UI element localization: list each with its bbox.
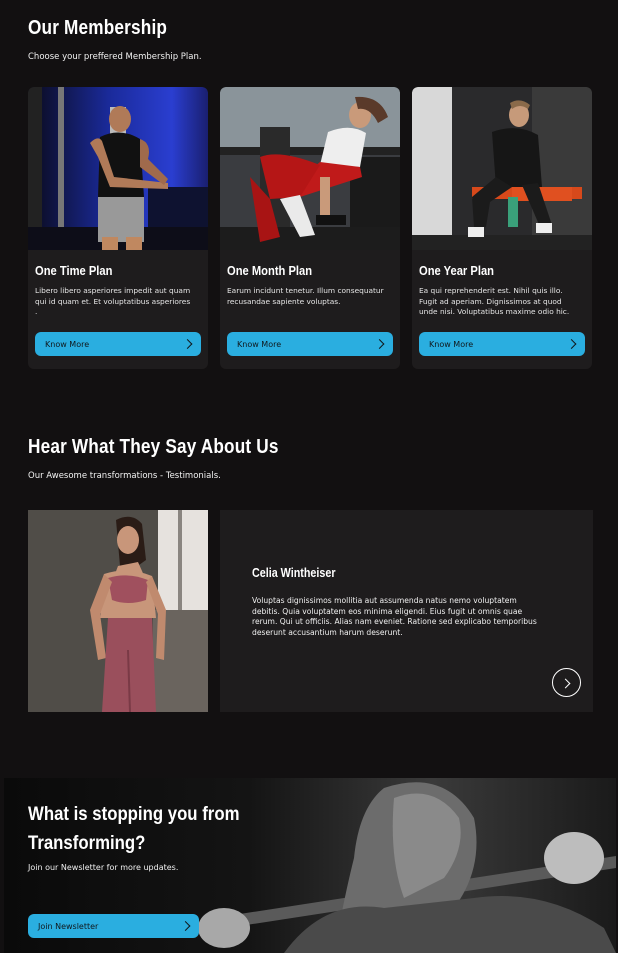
chevron-right-icon xyxy=(560,678,571,688)
carousel-next-button[interactable] xyxy=(552,668,581,697)
page: Our Membership Choose your preffered Mem… xyxy=(0,0,618,953)
membership-title: Our Membership xyxy=(28,17,168,39)
know-more-button[interactable]: Know More xyxy=(227,332,393,356)
plan-description: Libero libero asperiores impedit aut qua… xyxy=(35,286,191,316)
newsletter-title: What is stopping you from Transforming? xyxy=(28,803,240,854)
plan-card-one-time: One Time Plan Libero libero asperiores i… xyxy=(28,87,208,369)
plan-description: Ea qui reprehenderit est. Nihil quis ill… xyxy=(419,286,570,316)
button-label: Know More xyxy=(45,339,90,349)
join-newsletter-button[interactable]: Join Newsletter xyxy=(28,914,199,938)
testimonial-card: Celia Wintheiser Voluptas dignissimos mo… xyxy=(220,510,593,712)
testimonial-name: Celia Wintheiser xyxy=(252,566,336,580)
plan-title: One Time Plan xyxy=(35,263,113,278)
chevron-right-icon xyxy=(180,921,191,931)
plan-card-one-month: One Month Plan Earum incidunt tenetur. I… xyxy=(220,87,400,369)
know-more-button[interactable]: Know More xyxy=(419,332,585,356)
button-label: Know More xyxy=(237,339,282,349)
chevron-right-icon xyxy=(374,339,385,349)
membership-subtitle: Choose your preffered Membership Plan. xyxy=(28,52,202,62)
button-label: Know More xyxy=(429,339,474,349)
plan-image-one-month xyxy=(220,87,400,250)
plan-title: One Month Plan xyxy=(227,263,313,278)
plan-card-one-year: One Year Plan Ea qui reprehenderit est. … xyxy=(412,87,592,369)
newsletter-subtitle: Join our Newsletter for more updates. xyxy=(28,863,179,872)
testimonials-subtitle: Our Awesome transformations - Testimonia… xyxy=(28,471,221,481)
newsletter-banner: What is stopping you from Transforming? … xyxy=(4,778,616,953)
plan-description: Earum incidunt tenetur. Illum consequatu… xyxy=(227,286,384,306)
testimonial-quote: Voluptas dignissimos mollitia aut assume… xyxy=(252,596,537,637)
testimonials-title: Hear What They Say About Us xyxy=(28,436,279,458)
button-label: Join Newsletter xyxy=(38,921,99,931)
chevron-right-icon xyxy=(182,339,193,349)
chevron-right-icon xyxy=(566,339,577,349)
know-more-button[interactable]: Know More xyxy=(35,332,201,356)
plan-image-one-year xyxy=(412,87,592,250)
testimonial-photo xyxy=(28,510,208,712)
plan-image-one-time xyxy=(28,87,208,250)
plan-title: One Year Plan xyxy=(419,263,494,278)
